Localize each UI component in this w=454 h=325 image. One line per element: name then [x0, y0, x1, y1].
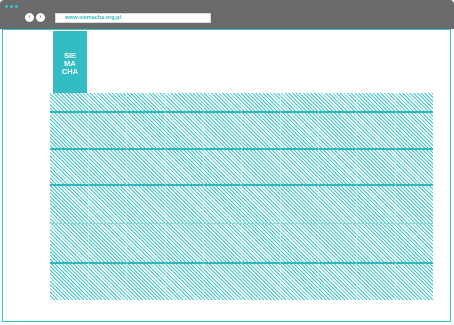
back-button[interactable]: ‹ — [25, 13, 34, 22]
window-control-dot[interactable] — [5, 5, 8, 8]
site-logo[interactable]: SIE MA CHA — [53, 31, 87, 93]
address-bar[interactable]: www.siemacha.org.pl — [55, 13, 211, 23]
forward-button[interactable]: › — [36, 13, 45, 22]
hatched-pattern-area — [50, 93, 433, 300]
pattern-column-line — [126, 93, 127, 300]
pattern-column-line — [88, 93, 89, 300]
browser-chrome: ‹ › www.siemacha.org.pl — [0, 0, 454, 29]
address-bar-url: www.siemacha.org.pl — [65, 15, 122, 21]
pattern-column-line — [280, 93, 281, 300]
logo-text-line-3: CHA — [61, 67, 79, 76]
chevron-right-icon: › — [39, 13, 42, 21]
pattern-column-line — [241, 93, 242, 300]
window-control-dot[interactable] — [10, 5, 13, 8]
browser-window: ‹ › www.siemacha.org.pl SIE MA CHA — [0, 0, 454, 325]
window-control-dot[interactable] — [15, 5, 18, 8]
pattern-column-line — [395, 93, 396, 300]
pattern-column-line — [356, 93, 357, 300]
pattern-column-line — [165, 93, 166, 300]
chevron-left-icon: ‹ — [28, 13, 31, 21]
pattern-column-line — [318, 93, 319, 300]
pattern-column-line — [203, 93, 204, 300]
